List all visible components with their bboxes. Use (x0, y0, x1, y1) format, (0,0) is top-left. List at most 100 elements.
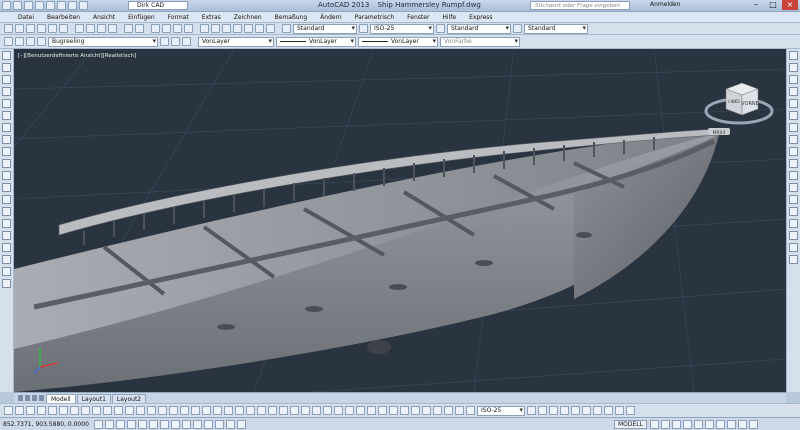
chamfer-icon[interactable] (789, 219, 798, 228)
gradient-icon[interactable] (2, 231, 11, 240)
layer-previous-icon[interactable] (171, 37, 180, 46)
tool-51-icon[interactable] (604, 406, 613, 415)
tool-26-icon[interactable] (279, 406, 288, 415)
tool-18-icon[interactable] (191, 406, 200, 415)
pan-icon[interactable] (151, 24, 160, 33)
clean-screen-icon[interactable] (749, 420, 758, 429)
tool-53-icon[interactable] (626, 406, 635, 415)
menu-ansicht[interactable]: Ansicht (87, 12, 122, 22)
tool-20-icon[interactable] (213, 406, 222, 415)
undo-icon[interactable] (68, 1, 77, 10)
publish-icon[interactable] (59, 24, 68, 33)
tool-49-icon[interactable] (582, 406, 591, 415)
offset-icon[interactable] (789, 87, 798, 96)
menu-bemassung[interactable]: Bemaßung (269, 12, 315, 22)
arc-icon[interactable] (2, 111, 11, 120)
linetype-select[interactable]: VonLayer (276, 36, 356, 47)
trim-icon[interactable] (789, 159, 798, 168)
break-icon[interactable] (789, 195, 798, 204)
save-icon[interactable] (26, 24, 35, 33)
tool-44-icon[interactable] (527, 406, 536, 415)
tool-43-icon[interactable] (466, 406, 475, 415)
tool-15-icon[interactable] (158, 406, 167, 415)
tool-33-icon[interactable] (356, 406, 365, 415)
zoom-realtime-icon[interactable] (162, 24, 171, 33)
workspace-switching-icon[interactable] (694, 420, 703, 429)
layer-state-icon[interactable] (182, 37, 191, 46)
viewport-controls-label[interactable]: [–][Benutzerdefinierte Ansicht][Realisti… (18, 53, 136, 59)
design-center-icon[interactable] (211, 24, 220, 33)
coordinate-readout[interactable]: 852.7371, 903.5880, 0.0000 (0, 421, 90, 428)
drawing-viewport[interactable]: MR03 [–][Benutzerdefinierte Ansicht][Rea… (14, 49, 786, 392)
toolbar-lock-icon[interactable] (705, 420, 714, 429)
tool-52-icon[interactable] (615, 406, 624, 415)
tool-46-icon[interactable] (549, 406, 558, 415)
polyline-icon[interactable] (2, 75, 11, 84)
menu-zeichnen[interactable]: Zeichnen (228, 12, 269, 22)
sun-icon[interactable] (26, 37, 35, 46)
tool-38-icon[interactable] (411, 406, 420, 415)
menu-einfuegen[interactable]: Einfügen (122, 12, 161, 22)
table-style-select[interactable]: Standard (447, 23, 511, 34)
tool-palettes-icon[interactable] (222, 24, 231, 33)
menu-extras[interactable]: Extras (196, 12, 228, 22)
annotation-scale-icon[interactable] (672, 420, 681, 429)
polar-tracking-icon[interactable] (138, 419, 147, 429)
move-icon[interactable] (789, 111, 798, 120)
tab-layout2[interactable]: Layout2 (111, 394, 147, 403)
dynamic-input-icon[interactable] (193, 419, 202, 429)
tool-41-icon[interactable] (444, 406, 453, 415)
infer-constraints-icon[interactable] (94, 419, 103, 429)
viewcube[interactable]: VORNE LINKS (704, 75, 774, 131)
tab-first-icon[interactable] (18, 395, 23, 401)
snap-mode-icon[interactable] (105, 419, 114, 429)
menu-hilfe[interactable]: Hilfe (436, 12, 463, 22)
quick-view-layouts-icon[interactable] (650, 420, 659, 429)
hatch-icon[interactable] (2, 219, 11, 228)
tool-21-icon[interactable] (224, 406, 233, 415)
ellipse-arc-icon[interactable] (2, 171, 11, 180)
status-menu-icon[interactable] (738, 420, 747, 429)
tool-34-icon[interactable] (367, 406, 376, 415)
blend-curves-icon[interactable] (789, 243, 798, 252)
tool-47-icon[interactable] (560, 406, 569, 415)
tool-19-icon[interactable] (202, 406, 211, 415)
zoom-previous-icon[interactable] (184, 24, 193, 33)
tool-4-icon[interactable] (37, 406, 46, 415)
copy-icon[interactable] (86, 24, 95, 33)
tool-7-icon[interactable] (70, 406, 79, 415)
layer-manager-icon[interactable] (4, 37, 13, 46)
menu-bearbeiten[interactable]: Bearbeiten (41, 12, 87, 22)
tool-13-icon[interactable] (136, 406, 145, 415)
circle-icon[interactable] (2, 123, 11, 132)
tab-next-icon[interactable] (32, 395, 37, 401)
plot-icon[interactable] (37, 24, 46, 33)
ortho-mode-icon[interactable] (127, 419, 136, 429)
tool-31-icon[interactable] (334, 406, 343, 415)
tool-25-icon[interactable] (268, 406, 277, 415)
menu-express[interactable]: Express (463, 12, 499, 22)
layer-select[interactable]: Bugreeling (48, 36, 158, 47)
hardware-acceleration-icon[interactable] (716, 420, 725, 429)
markup-icon[interactable] (244, 24, 253, 33)
join-icon[interactable] (789, 207, 798, 216)
help-search-input[interactable]: Stichwort oder Frage eingeben (530, 1, 630, 10)
tool-14-icon[interactable] (147, 406, 156, 415)
insert-block-icon[interactable] (2, 183, 11, 192)
open-icon[interactable] (24, 1, 33, 10)
grid-display-icon[interactable] (116, 419, 125, 429)
plotstyle-select[interactable]: VonFarbe (440, 36, 520, 47)
tool-3-icon[interactable] (26, 406, 35, 415)
minimize-icon[interactable]: – (748, 0, 764, 10)
annotation-visibility-icon[interactable] (683, 420, 692, 429)
array-icon[interactable] (789, 99, 798, 108)
point-icon[interactable] (2, 207, 11, 216)
tab-prev-icon[interactable] (25, 395, 30, 401)
tool-8-icon[interactable] (81, 406, 90, 415)
tool-36-icon[interactable] (389, 406, 398, 415)
tool-10-icon[interactable] (103, 406, 112, 415)
tool-6-icon[interactable] (59, 406, 68, 415)
object-snap-tracking-icon[interactable] (171, 419, 180, 429)
add-selected-icon[interactable] (2, 279, 11, 288)
close-icon[interactable]: × (782, 0, 798, 10)
